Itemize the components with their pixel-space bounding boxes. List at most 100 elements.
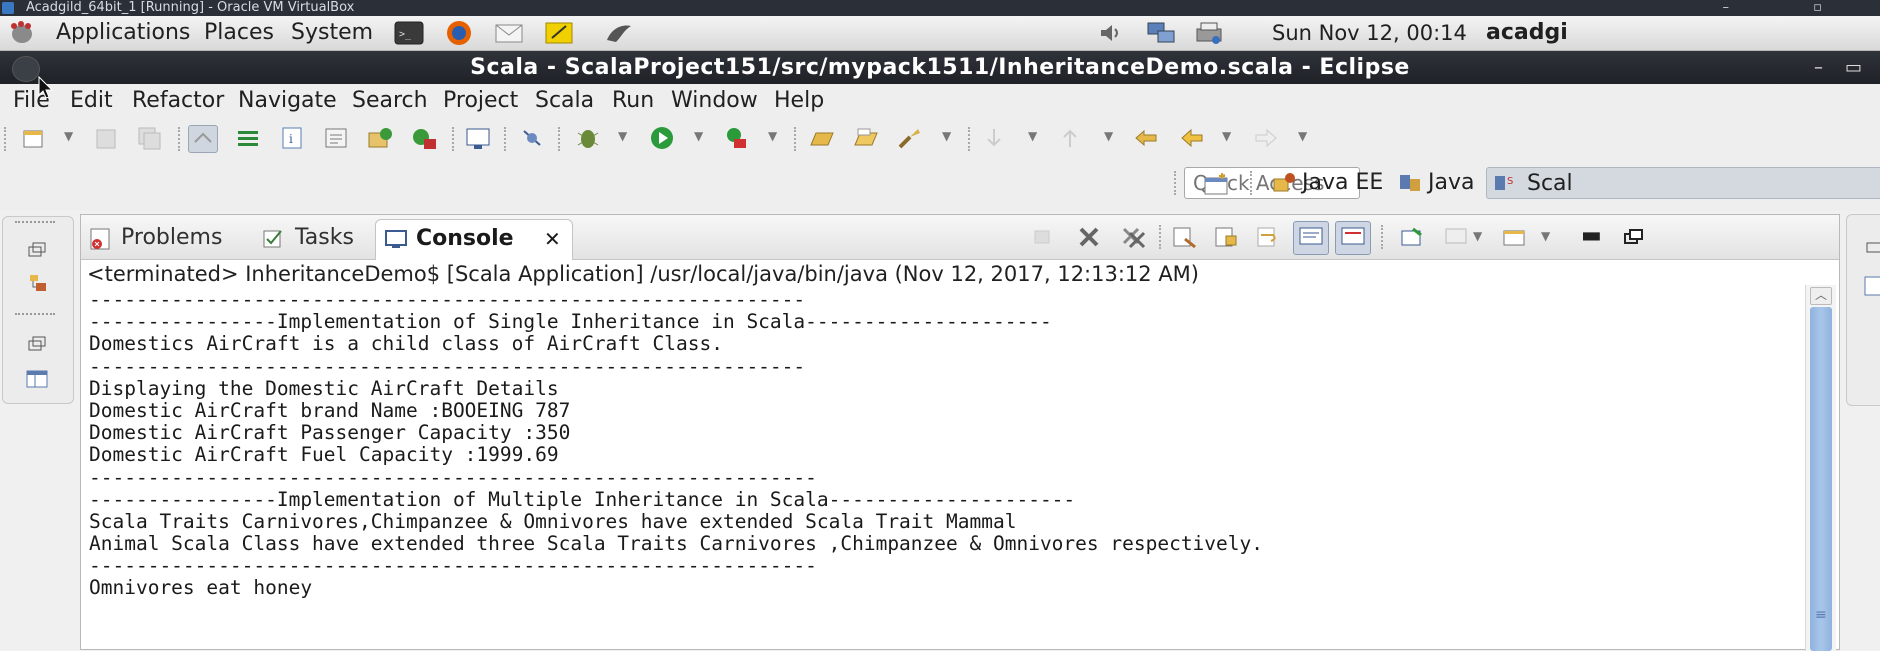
- mouse-cursor-icon: [38, 76, 54, 99]
- new-icon[interactable]: [20, 125, 48, 151]
- perspective-java-ee[interactable]: Java EE: [1272, 167, 1383, 199]
- perspective-java-ee-label: Java EE: [1302, 170, 1384, 195]
- perspective-scala[interactable]: S Scal: [1486, 167, 1880, 199]
- forward-icon[interactable]: [1252, 125, 1280, 151]
- package-explorer-icon[interactable]: [27, 273, 49, 293]
- places-menu[interactable]: Places: [204, 16, 274, 50]
- open-console-menu-icon[interactable]: [1501, 225, 1529, 249]
- show-whitespace-icon[interactable]: [234, 125, 262, 151]
- previous-annotation-icon[interactable]: [1056, 125, 1084, 151]
- show-console-on-stderr-icon[interactable]: [1335, 221, 1371, 255]
- scroll-thumb[interactable]: ≡: [1810, 307, 1832, 651]
- next-annotation-icon[interactable]: [980, 125, 1008, 151]
- menu-search[interactable]: Search: [352, 84, 428, 117]
- menu-help[interactable]: Help: [774, 84, 824, 117]
- run-dropdown-icon[interactable]: ▼: [694, 129, 703, 143]
- firefox-icon[interactable]: [444, 20, 474, 46]
- show-console-on-stdout-icon[interactable]: [1293, 221, 1329, 255]
- properties-icon[interactable]: [322, 125, 350, 151]
- display-selected-console-icon[interactable]: [1443, 225, 1469, 249]
- next-annotation-dropdown-icon[interactable]: ▼: [1028, 129, 1037, 143]
- new-dropdown-icon[interactable]: ▼: [64, 129, 73, 143]
- external-tools-icon[interactable]: [722, 125, 750, 151]
- menu-project[interactable]: Project: [443, 84, 518, 117]
- maximize-view-icon[interactable]: [1623, 227, 1645, 247]
- maximize-icon[interactable]: ▭: [1845, 57, 1862, 78]
- restore-icon[interactable]: [1865, 237, 1880, 255]
- tab-console[interactable]: Console ✕: [375, 219, 573, 260]
- menu-navigate[interactable]: Navigate: [238, 84, 337, 117]
- perspective-bar: Java EE Java S Scal: [0, 159, 1880, 211]
- tab-problems[interactable]: Problems: [89, 219, 239, 259]
- console-menu-dropdown-icon[interactable]: ▼: [1541, 229, 1550, 243]
- save-all-icon[interactable]: [136, 125, 164, 151]
- javadoc-icon[interactable]: i: [278, 125, 306, 151]
- remove-all-terminated-icon[interactable]: [1121, 225, 1147, 249]
- run-icon[interactable]: [648, 125, 676, 151]
- search-tool-icon[interactable]: [896, 125, 924, 151]
- virtualbox-window-controls[interactable]: – ▫: [1723, 0, 1862, 16]
- display-console-dropdown-icon[interactable]: ▼: [1473, 229, 1482, 243]
- terminate-icon[interactable]: [1031, 227, 1053, 247]
- new-scala-class-icon[interactable]: [410, 125, 438, 151]
- new-scala-project-icon[interactable]: [366, 125, 394, 151]
- panel-clock[interactable]: Sun Nov 12, 00:14: [1272, 16, 1467, 50]
- last-edit-location-icon[interactable]: [1132, 125, 1160, 151]
- restore-icon[interactable]: [27, 241, 47, 259]
- pin-console-icon[interactable]: [1399, 225, 1425, 249]
- text-editor-icon[interactable]: [544, 20, 574, 46]
- console-output[interactable]: ----------------------------------------…: [89, 288, 1789, 600]
- save-icon[interactable]: [92, 125, 120, 151]
- applications-menu[interactable]: Applications: [56, 16, 190, 50]
- perspective-java[interactable]: Java: [1398, 167, 1474, 199]
- system-menu[interactable]: System: [291, 16, 373, 50]
- restore-icon[interactable]: [27, 335, 47, 353]
- console-line: Domestic AirCraft Passenger Capacity :35…: [89, 421, 571, 445]
- menu-run[interactable]: Run: [612, 84, 654, 117]
- outline-icon[interactable]: [25, 369, 49, 389]
- previous-annotation-dropdown-icon[interactable]: ▼: [1104, 129, 1113, 143]
- open-console-icon[interactable]: [464, 125, 492, 151]
- tab-tasks[interactable]: Tasks: [261, 219, 381, 259]
- outline-view-icon[interactable]: [1863, 275, 1880, 297]
- window-controls[interactable]: – ▭: [1814, 51, 1862, 84]
- printer-icon[interactable]: [1194, 20, 1224, 46]
- search-dropdown-icon[interactable]: ▼: [942, 129, 951, 143]
- clear-console-icon[interactable]: [1171, 225, 1197, 249]
- open-perspective-icon[interactable]: [1202, 171, 1230, 197]
- skip-breakpoints-icon[interactable]: [518, 125, 546, 151]
- debug-icon[interactable]: [574, 125, 602, 151]
- scroll-lock-icon[interactable]: [1213, 225, 1239, 249]
- debug-dropdown-icon[interactable]: ▼: [618, 129, 627, 143]
- minimize-icon[interactable]: –: [1814, 57, 1823, 78]
- mail-icon[interactable]: [494, 20, 524, 46]
- volume-icon[interactable]: [1096, 20, 1126, 46]
- trim-handle[interactable]: [15, 221, 55, 223]
- open-type-icon[interactable]: [808, 125, 836, 151]
- console-line: Domestics AirCraft is a child class of A…: [89, 332, 723, 356]
- back-icon[interactable]: [1178, 125, 1206, 151]
- menu-refactor[interactable]: Refactor: [132, 84, 224, 117]
- menu-scala[interactable]: Scala: [535, 84, 594, 117]
- console-line: ----------------------------------------…: [89, 288, 806, 311]
- remove-launch-icon[interactable]: [1077, 225, 1101, 249]
- forward-dropdown-icon[interactable]: ▼: [1298, 129, 1307, 143]
- network-icon[interactable]: [1146, 20, 1176, 46]
- toggle-mark-occurrences-icon[interactable]: [188, 125, 218, 153]
- minimize-view-icon[interactable]: ▬: [1581, 223, 1602, 248]
- trim-handle[interactable]: [15, 313, 55, 315]
- console-scrollbar[interactable]: ︿ ≡: [1805, 285, 1836, 651]
- svg-text:S: S: [1507, 176, 1513, 187]
- back-dropdown-icon[interactable]: ▼: [1222, 129, 1231, 143]
- word-wrap-icon[interactable]: [1255, 225, 1281, 249]
- panel-username[interactable]: acadgi: [1486, 16, 1568, 50]
- close-console-icon[interactable]: ✕: [544, 220, 561, 258]
- mysql-workbench-icon[interactable]: [604, 20, 634, 46]
- menu-edit[interactable]: Edit: [70, 84, 113, 117]
- menu-window[interactable]: Window: [671, 84, 758, 117]
- open-task-icon[interactable]: [852, 125, 880, 151]
- toolbar-separator: [558, 127, 560, 151]
- terminal-icon[interactable]: >_: [394, 20, 424, 46]
- scroll-up-button[interactable]: ︿: [1810, 287, 1832, 305]
- external-tools-dropdown-icon[interactable]: ▼: [768, 129, 777, 143]
